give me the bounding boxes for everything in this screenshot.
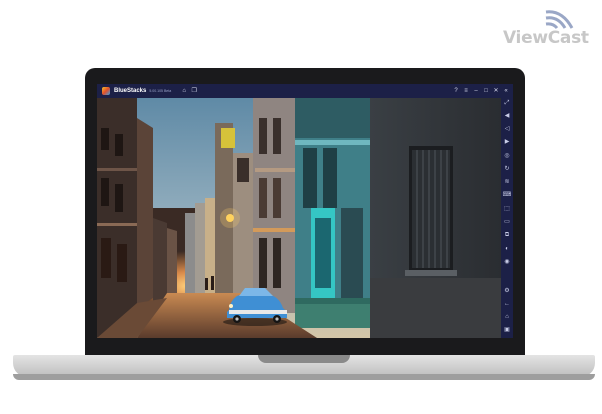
lock-cursor-icon[interactable]: ◎ [501,151,513,161]
bluestacks-logo-icon [102,87,110,95]
viewcast-wordmark: ViewCast [503,28,589,48]
collapse-sidebar-icon[interactable]: « [501,84,511,98]
multi-instance-icon[interactable]: ❐ [189,84,199,98]
emulator-titlebar: BlueStacks 5.00.105 Beta ⌂ ❐ ? ≡ – □ ✕ « [97,84,513,98]
fullscreen-icon[interactable]: ⤢ [501,98,513,108]
help-icon[interactable]: ? [451,84,461,98]
app-name: BlueStacks [114,88,147,94]
volume-down-icon[interactable]: ◁ [501,124,513,134]
shake-icon[interactable]: ≋ [501,177,513,187]
eco-mode-icon[interactable]: ◐ [501,244,513,254]
settings-icon[interactable]: ⚙ [501,286,513,296]
emulator-window: BlueStacks 5.00.105 Beta ⌂ ❐ ?≡–□✕« [97,84,513,338]
multi-instance-sync-icon[interactable]: ⧉ [501,230,513,240]
menu-icon[interactable]: ≡ [461,84,471,98]
wifi-signal-icon [545,10,574,29]
app-content-street-photo[interactable] [97,98,501,338]
laptop-notch [258,355,350,363]
back-icon[interactable]: ← [501,299,513,309]
street-scene-image [97,98,501,338]
folder-icon[interactable]: ▭ [501,217,513,227]
rotate-icon[interactable]: ↻ [501,164,513,174]
media-icon[interactable]: ▶ [501,137,513,147]
recent-apps-icon[interactable]: ▣ [501,325,513,335]
minimize-icon[interactable]: – [471,84,481,98]
viewcast-logo: ViewCast [500,6,596,50]
maximize-icon[interactable]: □ [481,84,491,98]
location-icon[interactable]: ◉ [501,257,513,267]
app-version: 5.00.105 Beta [149,89,172,93]
laptop-base-shadow [13,374,595,380]
emulator-sidebar: ⤢ ◀ ◁ ▶ ◎ ↻ ≋ ⌨ ⬚ ▭ ⧉ ◐ ◉ ⚙ ← ⌂ ▣ [501,98,513,338]
screenshot-icon[interactable]: ⬚ [501,204,513,214]
close-icon[interactable]: ✕ [491,84,501,98]
controls-icon[interactable]: ⌨ [501,190,513,200]
home-nav-icon[interactable]: ⌂ [501,312,513,322]
home-icon[interactable]: ⌂ [179,84,189,98]
volume-up-icon[interactable]: ◀ [501,111,513,121]
